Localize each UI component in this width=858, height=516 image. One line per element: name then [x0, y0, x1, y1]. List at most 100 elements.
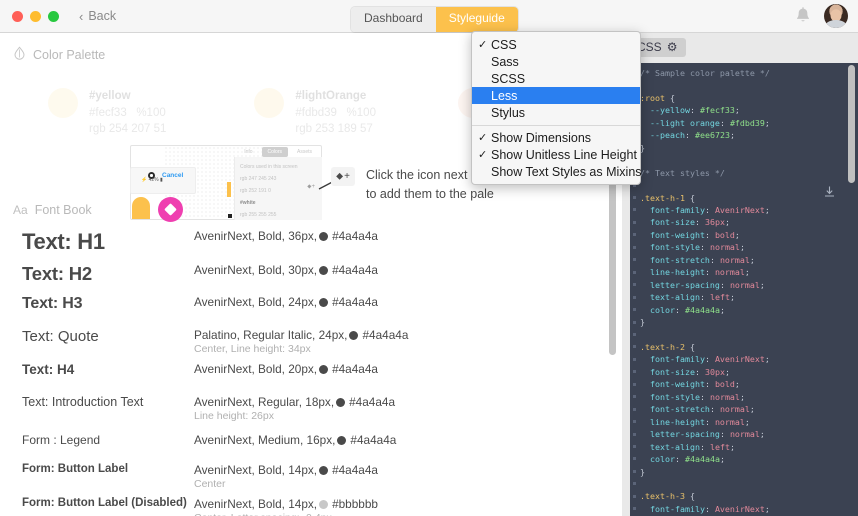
font-spec-hex: #4a4a4a	[332, 362, 378, 376]
font-style-row[interactable]: Form : LegendAvenirNext, Medium, 16px,#4…	[0, 433, 622, 463]
font-style-row[interactable]: Text: H3AvenirNext, Bold, 24px,#4a4a4a	[0, 295, 622, 328]
font-style-row[interactable]: Text: QuotePalatino, Regular Italic, 24p…	[0, 328, 622, 362]
font-style-spec: AvenirNext, Bold, 30px, #4a4a4a	[194, 263, 622, 277]
code-line-marker	[633, 457, 636, 460]
color-dot-icon	[319, 266, 328, 275]
code-line-marker	[633, 470, 636, 473]
avatar-body	[826, 20, 846, 28]
dropdown-item-sass[interactable]: Sass	[472, 53, 640, 70]
font-style-row[interactable]: Form: Button LabelAvenirNext, Bold, 14px…	[0, 463, 622, 497]
font-style-name: Form: Button Label	[22, 463, 194, 475]
droplet-icon	[13, 46, 26, 63]
font-style-row[interactable]: Text: H4AvenirNext, Bold, 20px,#4a4a4a	[0, 362, 622, 395]
font-spec-hex: #4a4a4a	[332, 263, 378, 277]
color-dot-icon	[319, 466, 328, 475]
font-style-name: Form : Legend	[22, 433, 194, 447]
chevron-left-icon: ‹	[79, 10, 83, 23]
illustration-tab-assets: Assets	[291, 147, 318, 157]
swatch-dot	[48, 88, 78, 118]
code-line-marker	[633, 258, 636, 261]
dropdown-item-show-text-styles-as-mixins[interactable]: Show Text Styles as Mixins	[472, 163, 640, 180]
font-style-spec: AvenirNext, Bold, 24px,#4a4a4a	[194, 295, 622, 309]
font-spec-text: AvenirNext, Bold, 20px,	[194, 362, 317, 376]
avatar[interactable]	[824, 4, 848, 28]
code-panel: CSS ⚙ /* Sample color palette */ :root {…	[622, 33, 858, 516]
maximize-window-button[interactable]	[48, 11, 59, 22]
droplet-plus-icon[interactable]: ⬥+	[331, 167, 355, 186]
code-line-marker	[633, 233, 636, 236]
color-swatch[interactable]: #lightOrange #fdbd39 %100 rgb 253 189 57	[254, 88, 376, 143]
code-line-marker	[633, 383, 636, 386]
font-style-row[interactable]: Text: H2AvenirNext, Bold, 30px,#4a4a4a	[0, 263, 622, 295]
view-tabs[interactable]: Dashboard Styleguide	[351, 7, 518, 32]
dropdown-item-less[interactable]: Less	[472, 87, 640, 104]
font-style-spec: AvenirNext, Medium, 16px,#4a4a4a	[194, 433, 622, 447]
code-line-marker	[633, 370, 636, 373]
font-book-list: Text: H1AvenirNext, Bold, 36px,#4a4a4aTe…	[0, 229, 622, 516]
tab-dashboard[interactable]: Dashboard	[351, 7, 436, 32]
code-line-marker	[633, 308, 636, 311]
code-scrollbar-thumb[interactable]	[848, 65, 855, 183]
code-line-marker	[633, 408, 636, 411]
app-window: ‹ Back Dashboard Styleguide	[0, 0, 858, 516]
instruction-line-2: to add them to the pale	[366, 185, 596, 204]
code-editor[interactable]: /* Sample color palette */ :root { --yel…	[630, 63, 858, 516]
code-toolbar: CSS ⚙	[622, 33, 858, 63]
illustration-droplet-plus-icon: ⬥+	[307, 184, 315, 191]
font-spec-text: AvenirNext, Bold, 24px,	[194, 295, 317, 309]
dropdown-item-scss[interactable]: SCSS	[472, 70, 640, 87]
font-spec-hex: #4a4a4a	[350, 433, 396, 447]
font-style-name: Text: H3	[22, 295, 194, 313]
minimize-window-button[interactable]	[30, 11, 41, 22]
tab-styleguide[interactable]: Styleguide	[436, 7, 518, 32]
font-style-name: Text: Introduction Text	[22, 395, 194, 409]
illustration-white-rgb: rgb 255 255 255	[240, 209, 317, 221]
color-swatch[interactable]: #yellow #fecf33 %100 rgb 254 207 51	[48, 88, 166, 143]
swatch-rgb: rgb 254 207 51	[89, 121, 166, 138]
back-button[interactable]: ‹ Back	[79, 9, 116, 23]
font-style-spec: AvenirNext, Bold, 14px,#4a4a4aCenter	[194, 463, 622, 490]
font-spec-hex: #4a4a4a	[349, 395, 395, 409]
dropdown-item-show-dimensions[interactable]: ✓Show Dimensions	[472, 129, 640, 146]
dropdown-format-group: ✓CSSSassSCSS LessStylus	[472, 36, 640, 121]
font-spec-hex: #4a4a4a	[332, 229, 378, 243]
font-spec-subtext: Line height: 26px	[194, 410, 622, 422]
dropdown-item-label: Show Dimensions	[491, 131, 591, 145]
color-dot-icon	[337, 436, 346, 445]
dropdown-item-css[interactable]: ✓CSS	[472, 36, 640, 53]
illustration-black-square	[228, 214, 232, 218]
font-spec-hex: #4a4a4a	[362, 328, 408, 342]
code-line-marker	[633, 208, 636, 211]
bell-icon[interactable]	[792, 5, 814, 27]
download-icon[interactable]	[823, 185, 836, 203]
checkmark-icon: ✓	[478, 148, 491, 161]
swatch-dot	[254, 88, 284, 118]
code-scrollbar[interactable]	[848, 65, 855, 514]
illustration-pink-badge	[158, 197, 183, 222]
font-style-row[interactable]: Text: H1AvenirNext, Bold, 36px,#4a4a4a	[0, 229, 622, 263]
checkmark-icon: ✓	[478, 131, 491, 144]
font-style-row[interactable]: Form: Button Label (Disabled)AvenirNext,…	[0, 497, 622, 516]
main-scrollbar-thumb[interactable]	[609, 165, 616, 355]
font-style-spec: AvenirNext, Bold, 14px,#bbbbbbCenter, Le…	[194, 497, 622, 516]
code-text: /* Sample color palette */ :root { --yel…	[640, 67, 844, 516]
dropdown-item-label: Less	[491, 89, 517, 103]
font-spec-text: Palatino, Regular Italic, 24px,	[194, 328, 347, 342]
code-line-marker	[633, 482, 636, 485]
color-palette-section-header: Color Palette	[0, 46, 105, 63]
back-button-label: Back	[88, 9, 116, 23]
code-line-marker	[633, 445, 636, 448]
illustration-orange-bar	[227, 182, 231, 197]
dropdown-item-stylus[interactable]: Stylus	[472, 104, 640, 121]
dropdown-options-group: ✓Show Dimensions✓Show Unitless Line Heig…	[472, 129, 640, 180]
illustration-tab-colors: Colors	[262, 147, 288, 157]
window-controls[interactable]	[12, 11, 59, 22]
color-dot-icon	[336, 398, 345, 407]
code-format-dropdown-menu[interactable]: ✓CSSSassSCSSLessStylus ✓Show Dimensions✓…	[471, 31, 641, 185]
font-style-name: Text: H1	[22, 229, 194, 255]
font-spec-text: AvenirNext, Bold, 30px,	[194, 263, 317, 277]
close-window-button[interactable]	[12, 11, 23, 22]
dropdown-item-show-unitless-line-height[interactable]: ✓Show Unitless Line Height	[472, 146, 640, 163]
code-line-marker	[633, 507, 636, 510]
font-style-row[interactable]: Text: Introduction TextAvenirNext, Regul…	[0, 395, 622, 433]
